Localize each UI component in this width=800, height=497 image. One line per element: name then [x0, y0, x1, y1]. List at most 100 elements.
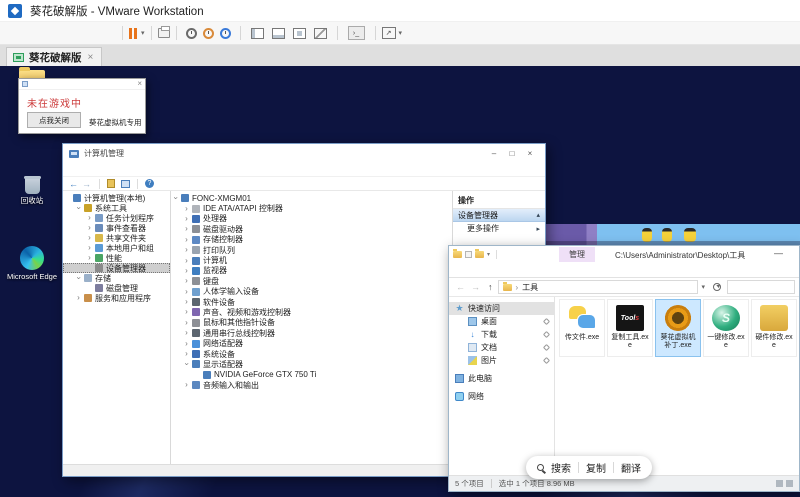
device-item[interactable]: 显示适配器	[171, 359, 452, 369]
menu-item[interactable]	[8, 30, 24, 36]
maximize-button[interactable]: □	[503, 149, 521, 158]
ribbon-tab[interactable]	[513, 263, 529, 277]
file-item[interactable]: 复制工具.exe	[607, 299, 653, 357]
expander-icon[interactable]	[182, 350, 191, 358]
sidebar-item[interactable]: 快速访问	[449, 302, 554, 315]
device-item[interactable]: 处理器	[171, 214, 452, 224]
expander-icon[interactable]	[182, 277, 191, 285]
breadcrumb[interactable]: › 工具	[498, 280, 698, 294]
device-item[interactable]: 鼠标和其他指针设备	[171, 318, 452, 328]
enter-fullscreen-icon[interactable]	[293, 28, 306, 39]
explorer-titlebar[interactable]: ▾ 管理 C:\Users\Administrator\Desktop\工具 —	[449, 246, 799, 263]
file-item[interactable]: 一键修改.exe	[703, 299, 749, 357]
forward-icon[interactable]: →	[82, 179, 91, 189]
sidebar-item[interactable]: 下载	[449, 328, 554, 341]
manage-contextual-tab[interactable]: 管理	[559, 247, 595, 262]
help-icon[interactable]: ?	[145, 179, 154, 188]
device-item[interactable]: 计算机	[171, 255, 452, 265]
expander-icon[interactable]	[85, 214, 94, 222]
expander-icon[interactable]	[182, 257, 191, 265]
chevron-down-icon[interactable]: ▾	[487, 251, 490, 258]
device-item[interactable]: 打印队列	[171, 245, 452, 255]
chevron-down-icon[interactable]: ▾	[702, 283, 706, 291]
vm-tab[interactable]: 葵花破解版 ×	[6, 47, 102, 66]
expander-icon[interactable]	[85, 254, 94, 262]
expander-icon[interactable]	[182, 246, 191, 254]
cm-titlebar[interactable]: 计算机管理 – □ ×	[63, 144, 545, 163]
vmware-titlebar[interactable]: 葵花破解版 - VMware Workstation	[0, 0, 800, 22]
expander-icon[interactable]	[182, 215, 191, 223]
file-item[interactable]: 硬件修改.exe	[751, 299, 797, 357]
tree-item[interactable]: 事件查看器	[63, 223, 170, 233]
tree-item[interactable]: 存储	[63, 273, 170, 283]
collapse-icon[interactable]: ▴	[536, 211, 540, 219]
search-icon[interactable]	[537, 464, 544, 471]
menu-item[interactable]	[40, 30, 56, 36]
sidebar-item[interactable]: 此电脑	[449, 372, 554, 385]
qat-button-icon[interactable]	[465, 251, 472, 258]
search-input[interactable]	[727, 280, 795, 294]
tree-item[interactable]: 任务计划程序	[63, 213, 170, 223]
expander-icon[interactable]	[182, 308, 191, 316]
show-thumbnail-bar-icon[interactable]	[272, 28, 285, 39]
expander-icon[interactable]	[182, 298, 191, 306]
back-icon[interactable]: ←	[69, 179, 78, 189]
tree-item[interactable]: 设备管理器	[63, 263, 170, 273]
chevron-down-icon[interactable]: ▾	[399, 29, 403, 37]
device-item[interactable]: 声音、视频和游戏控制器	[171, 307, 452, 317]
expander-icon[interactable]	[182, 360, 191, 368]
device-item[interactable]: 通用串行总线控制器	[171, 328, 452, 338]
file-item[interactable]: 传文件.exe	[559, 299, 605, 357]
tree-item[interactable]: 系统工具	[63, 203, 170, 213]
search-action[interactable]: 搜索	[551, 460, 571, 475]
folder-icon[interactable]	[453, 251, 462, 258]
expander-icon[interactable]	[74, 204, 83, 212]
device-item[interactable]: IDE ATA/ATAPI 控制器	[171, 203, 452, 213]
expander-icon[interactable]	[182, 381, 191, 389]
expander-icon[interactable]	[182, 225, 191, 233]
details-view-icon[interactable]	[776, 480, 783, 487]
tree-item[interactable]: 磁盘管理	[63, 283, 170, 293]
ribbon-tab[interactable]	[449, 263, 465, 277]
folder-icon[interactable]	[475, 251, 484, 258]
sidebar-item[interactable]: 网络	[449, 390, 554, 403]
vm-display[interactable]: 回收站 Microsoft Edge 工具 × 未在游戏中 点我关闭 葵花虚拟机…	[0, 66, 800, 497]
file-explorer-window[interactable]: ▾ 管理 C:\Users\Administrator\Desktop\工具 —…	[448, 245, 800, 492]
desktop-icon[interactable]: 回收站	[4, 176, 60, 206]
revert-snapshot-icon[interactable]	[203, 28, 214, 39]
menu-item[interactable]	[56, 30, 72, 36]
back-icon[interactable]: ←	[456, 282, 465, 292]
expander-icon[interactable]	[85, 224, 94, 232]
device-item[interactable]: 磁盘驱动器	[171, 224, 452, 234]
device-item[interactable]: 系统设备	[171, 349, 452, 359]
device-item[interactable]: FONC-XMGM01	[171, 193, 452, 203]
print-icon[interactable]	[158, 28, 170, 38]
device-item[interactable]: 音频输入和输出	[171, 380, 452, 390]
file-item[interactable]: 葵花虚拟机补丁.exe	[655, 299, 701, 357]
minimize-button[interactable]: —	[774, 248, 783, 258]
device-item[interactable]: NVIDIA GeForce GTX 750 Ti	[171, 370, 452, 380]
close-me-button[interactable]: 点我关闭	[27, 112, 81, 128]
device-item[interactable]: 软件设备	[171, 297, 452, 307]
desktop-icon[interactable]: Microsoft Edge	[4, 246, 60, 282]
ribbon-tab[interactable]	[481, 263, 497, 277]
sidebar-item[interactable]: 文档	[449, 341, 554, 354]
expander-icon[interactable]	[85, 234, 94, 242]
device-item[interactable]: 键盘	[171, 276, 452, 286]
expand-display-icon[interactable]: ↗	[382, 27, 396, 39]
menu-item[interactable]	[88, 30, 104, 36]
close-icon[interactable]: ×	[137, 80, 142, 88]
popup-titlebar[interactable]: ×	[19, 79, 145, 90]
device-item[interactable]: 监视器	[171, 266, 452, 276]
sidebar-item[interactable]: 桌面	[449, 315, 554, 328]
expander-icon[interactable]	[171, 194, 180, 202]
actions-device-manager[interactable]: 设备管理器 ▴	[453, 209, 545, 222]
pause-vm-button[interactable]	[129, 28, 138, 39]
expander-icon[interactable]	[182, 267, 191, 275]
breadcrumb-folder[interactable]: 工具	[522, 282, 538, 293]
chevron-down-icon[interactable]: ▾	[141, 29, 145, 37]
sidebar-item[interactable]: 图片	[449, 354, 554, 367]
tree-item[interactable]: 服务和应用程序	[63, 293, 170, 303]
device-item[interactable]: 人体学输入设备	[171, 287, 452, 297]
forward-icon[interactable]: →	[471, 282, 480, 292]
